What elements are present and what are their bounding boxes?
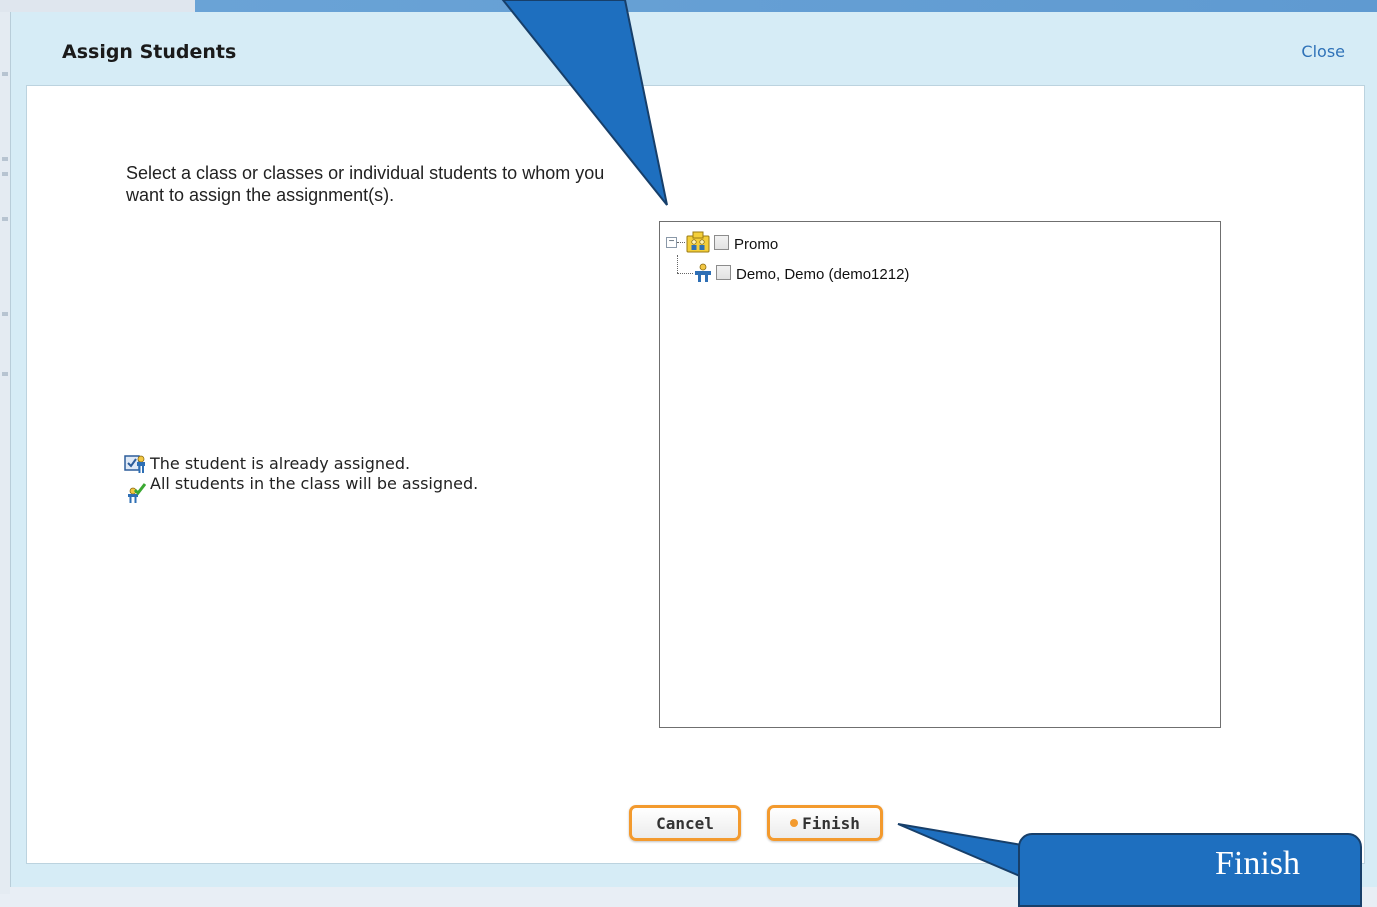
callout-text: Finish bbox=[1215, 845, 1301, 882]
tutorial-callout: Finish bbox=[1018, 833, 1362, 907]
tutorial-arrow-bottom bbox=[897, 823, 1063, 894]
